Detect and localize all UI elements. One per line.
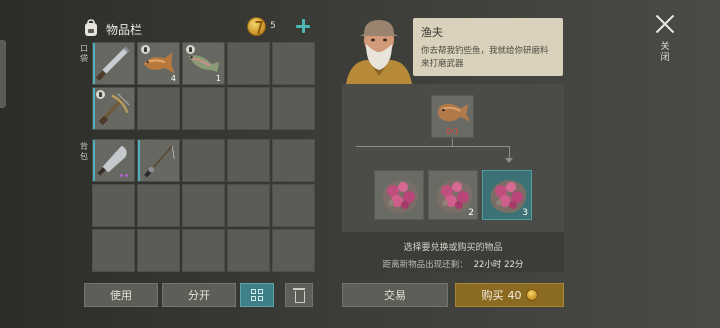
inventory-slot-empty[interactable] — [137, 87, 180, 130]
inventory-slot-empty[interactable] — [92, 184, 135, 227]
trade-panel: 0/1 2 3 选择要兑换或购买的物品 距离新物品出现还剩： 22小时 22分 — [342, 84, 564, 272]
pockets-label: 口袋 — [80, 44, 88, 63]
inventory-slot-fishing-rod[interactable] — [137, 139, 180, 182]
grid-icon — [251, 289, 263, 301]
inventory-slot-empty[interactable] — [137, 229, 180, 272]
durability-dots — [120, 174, 128, 177]
required-item-slot[interactable]: 0/1 — [431, 95, 474, 138]
inventory-header: 物品栏 5 — [80, 16, 320, 42]
inventory-slot-empty[interactable] — [272, 184, 315, 227]
inventory-slot-empty[interactable] — [272, 139, 315, 182]
arrow-down-icon — [505, 158, 513, 163]
side-drawer-handle[interactable] — [0, 40, 6, 108]
buy-label: 购买 — [481, 289, 504, 302]
reward-slot-grinding-stone[interactable]: 2 — [428, 170, 478, 220]
npc-dialog-text: 你去帮我钓些鱼，我就给你研磨料来打磨武器 — [421, 46, 549, 69]
inventory-slot-cleaver[interactable] — [92, 139, 135, 182]
lock-badge-icon — [141, 45, 150, 54]
inventory-slot-empty[interactable] — [272, 42, 315, 85]
inventory-slot-crossbow[interactable] — [92, 87, 135, 130]
inventory-slot-machete[interactable] — [92, 42, 135, 85]
discard-button[interactable] — [285, 283, 313, 307]
exchange-box: 0/1 2 3 — [342, 84, 564, 232]
coin-icon — [525, 289, 538, 301]
pockets-grid: 41 — [92, 42, 315, 130]
sort-grid-button[interactable] — [240, 283, 274, 307]
required-count: 0/1 — [446, 127, 459, 136]
trade-button[interactable]: 交易 — [342, 283, 448, 307]
reward-quantity: 2 — [468, 208, 474, 218]
connector-line — [509, 146, 510, 158]
lock-badge-icon — [96, 90, 105, 99]
inventory-slot-trout[interactable]: 1 — [182, 42, 225, 85]
inventory-slot-empty[interactable] — [227, 139, 270, 182]
inventory-slot-empty[interactable] — [137, 184, 180, 227]
coin-count: 5 — [270, 21, 276, 31]
backpack-icon — [85, 19, 97, 36]
inventory-slot-empty[interactable] — [227, 184, 270, 227]
buy-button[interactable]: 购买 40 — [455, 283, 564, 307]
buy-price: 40 — [507, 288, 522, 302]
inventory-slot-empty[interactable] — [227, 87, 270, 130]
inventory-slot-empty[interactable] — [182, 87, 225, 130]
coin-icon — [247, 17, 266, 36]
reward-quantity: 3 — [522, 208, 528, 218]
trash-icon — [293, 288, 305, 303]
reward-slot-grinding-stone[interactable]: 3 — [482, 170, 532, 220]
split-button[interactable]: 分开 — [162, 283, 236, 307]
item-quantity: 4 — [170, 74, 176, 83]
fisherman-portrait — [346, 20, 412, 84]
refresh-time: 22小时 22分 — [473, 260, 524, 270]
close-label: 关闭 — [660, 42, 670, 63]
item-quantity: 1 — [215, 74, 221, 83]
refresh-label: 距离新物品出现还剩： — [382, 260, 468, 270]
inventory-title: 物品栏 — [106, 23, 143, 37]
connector-line — [356, 146, 510, 147]
inventory-slot-fish[interactable]: 4 — [137, 42, 180, 85]
backpack-label: 背包 — [80, 142, 88, 161]
inventory-slot-empty[interactable] — [227, 42, 270, 85]
inventory-slot-empty[interactable] — [182, 229, 225, 272]
inventory-slot-empty[interactable] — [272, 87, 315, 130]
inventory-slot-empty[interactable] — [92, 229, 135, 272]
refresh-timer: 距离新物品出现还剩： 22小时 22分 — [342, 258, 564, 270]
close-icon[interactable] — [655, 14, 675, 34]
trader-dialog: 渔夫 你去帮我钓些鱼，我就给你研磨料来打磨武器 — [413, 18, 563, 76]
exchange-hint: 选择要兑换或购买的物品 — [403, 243, 503, 253]
inventory-slot-empty[interactable] — [272, 229, 315, 272]
inventory-slot-empty[interactable] — [182, 184, 225, 227]
inventory-slot-empty[interactable] — [227, 229, 270, 272]
npc-name: 渔夫 — [421, 26, 443, 39]
connector-line — [452, 138, 453, 146]
lock-badge-icon — [186, 45, 195, 54]
fish-icon — [437, 103, 471, 122]
use-button[interactable]: 使用 — [84, 283, 158, 307]
reward-slot-grinding-stone[interactable] — [374, 170, 424, 220]
inventory-slot-empty[interactable] — [182, 139, 225, 182]
backpack-grid — [92, 139, 315, 272]
add-coins-button[interactable] — [295, 18, 311, 34]
